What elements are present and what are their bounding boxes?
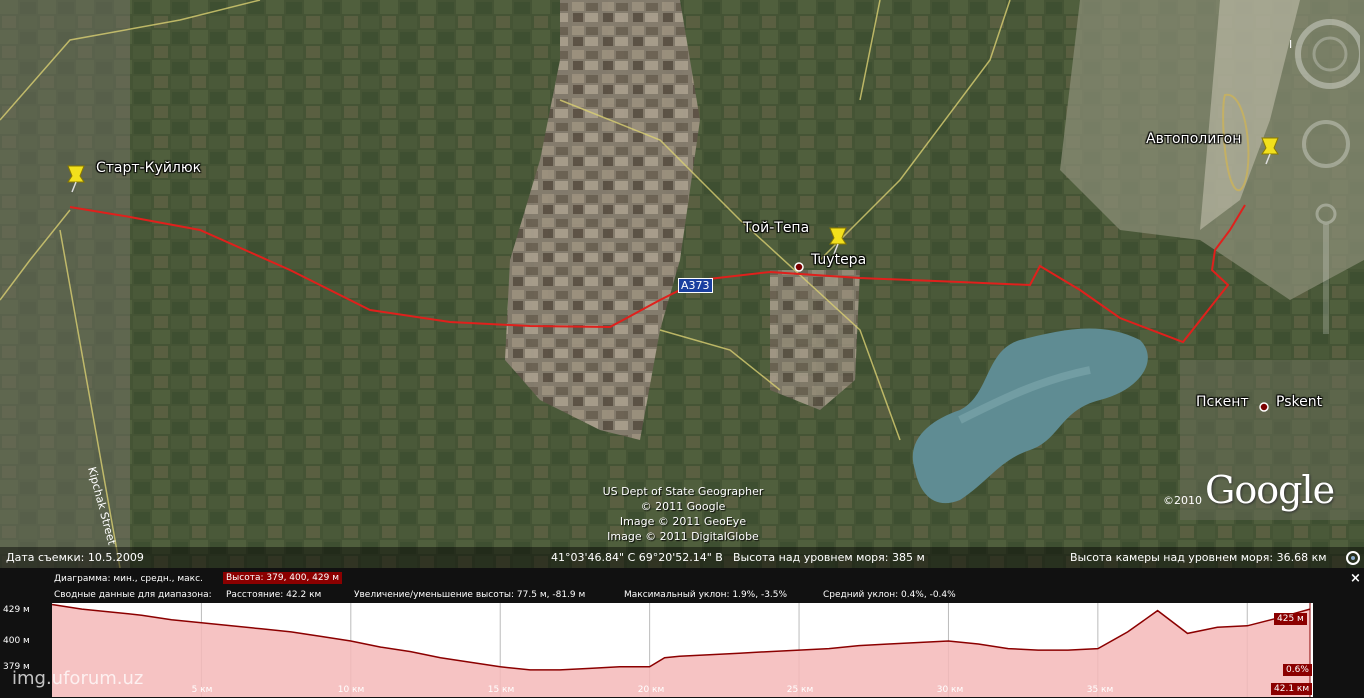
town-label-tuytepa[interactable]: Tuytepa <box>811 252 866 268</box>
elevation-chart[interactable] <box>0 600 1364 698</box>
placemark-start-kuyluk[interactable]: Старт-Куйлюк <box>96 160 201 176</box>
current-slope-badge: 0.6% <box>1283 664 1312 676</box>
profile-elevation-stats: Высота: 379, 400, 429 м <box>223 572 343 584</box>
status-bar: Дата съемки: 10.5.2009 41°03'46.84" С 69… <box>0 547 1364 568</box>
profile-diagram-label: Диаграмма: мин., средн., макс. <box>54 574 203 584</box>
placemark-toy-tepa[interactable]: Той-Тепа <box>743 220 809 236</box>
placemark-avtopoligon[interactable]: Автополигон <box>1146 131 1241 147</box>
x-tick-label: 20 км <box>637 685 665 695</box>
google-logo: Google <box>1205 468 1335 512</box>
credit-line: US Dept of State Geographer <box>602 485 764 498</box>
copyright-year: ©2010 <box>1163 494 1202 507</box>
x-tick-label: 25 км <box>786 685 814 695</box>
x-tick-label: 30 км <box>936 685 964 695</box>
navigation-controls[interactable]: N <box>1290 14 1360 344</box>
ground-elevation: Высота над уровнем моря: 385 м <box>733 551 925 564</box>
look-joystick[interactable] <box>1302 120 1350 168</box>
y-tick-label: 400 м <box>3 636 30 646</box>
town-label-pskent[interactable]: Pskent <box>1276 394 1322 410</box>
road-shield: A373 <box>678 278 713 293</box>
credit-line: © 2011 Google <box>640 500 726 513</box>
town-marker-icon[interactable] <box>793 261 805 273</box>
profile-avg-slope: Средний уклон: 0.4%, -0.4% <box>823 590 956 600</box>
pushpin-icon[interactable] <box>1258 136 1284 166</box>
x-tick-label: 5 км <box>191 685 213 695</box>
y-tick-label: 429 м <box>3 605 30 615</box>
eye-altitude: Высота камеры над уровнем моря: 36.68 км <box>1070 551 1327 564</box>
end-distance-badge: 42.1 км <box>1271 683 1313 695</box>
imagery-date: Дата съемки: 10.5.2009 <box>6 551 144 564</box>
map-view[interactable]: Kipchak Street N Старт-Куйлюк Той-Тепа А… <box>0 0 1364 568</box>
watermark: img.uforum.uz <box>12 668 144 689</box>
current-elevation-badge: 425 м <box>1274 613 1307 625</box>
x-tick-label: 35 км <box>1086 685 1114 695</box>
profile-max-slope: Максимальный уклон: 1.9%, -3.5% <box>624 590 788 600</box>
pointer-coordinates: 41°03'46.84" С 69°20'52.14" В <box>551 551 723 564</box>
zoom-slider[interactable] <box>1323 224 1329 334</box>
profile-summary-label: Сводные данные для диапазона: <box>54 590 212 600</box>
imagery-credits: US Dept of State Geographer © 2011 Googl… <box>588 484 778 544</box>
compass-ring[interactable] <box>1295 19 1360 89</box>
pushpin-icon[interactable] <box>64 164 90 194</box>
zoom-in-icon[interactable] <box>1315 203 1337 225</box>
credit-line: Image © 2011 GeoEye <box>619 515 747 528</box>
profile-gain-loss: Увеличение/уменьшение высоты: 77.5 м, -8… <box>354 590 586 600</box>
x-tick-label: 15 км <box>487 685 515 695</box>
close-icon[interactable]: × <box>1350 571 1361 586</box>
streaming-indicator-icon <box>1346 551 1360 565</box>
town-marker-icon[interactable] <box>1258 401 1270 413</box>
profile-distance: Расстояние: 42.2 км <box>226 590 322 600</box>
town-label-pskent-ru[interactable]: Пскент <box>1196 394 1249 410</box>
credit-line: Image © 2011 DigitalGlobe <box>607 530 759 543</box>
north-icon[interactable]: N <box>1290 38 1292 51</box>
x-tick-label: 10 км <box>337 685 365 695</box>
